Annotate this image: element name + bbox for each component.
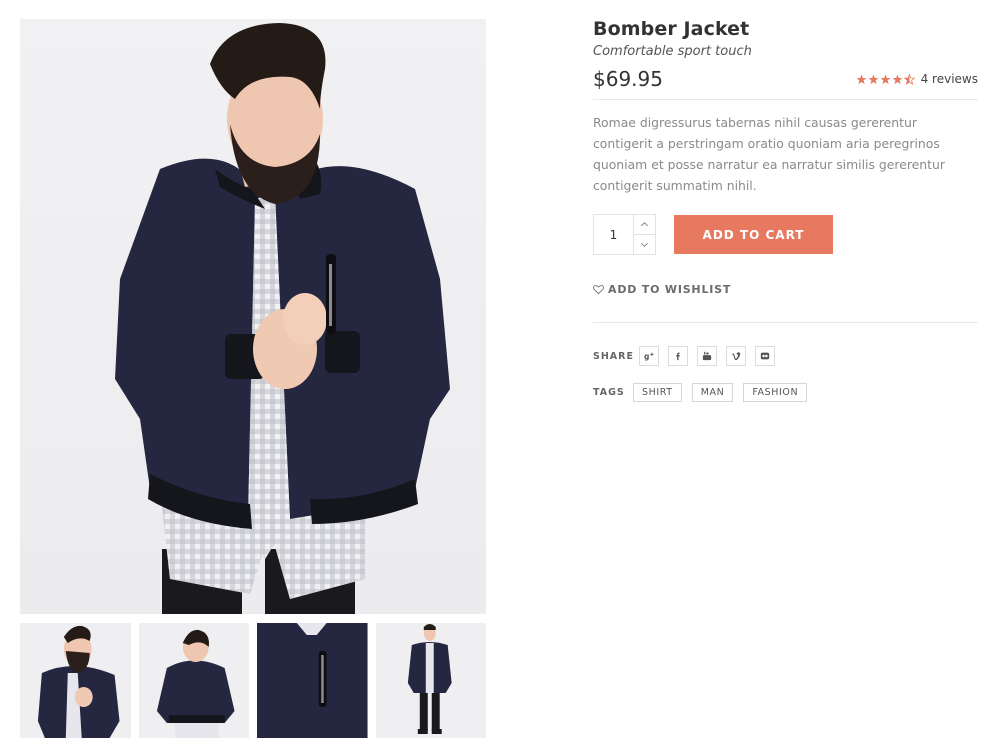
product-price: $69.95 bbox=[593, 67, 663, 91]
share-row: SHARE g bbox=[593, 346, 978, 366]
divider bbox=[593, 322, 978, 323]
rating[interactable]: 4 reviews bbox=[856, 72, 978, 86]
add-to-wishlist-link[interactable]: ADD TO WISHLIST bbox=[593, 283, 978, 296]
thumbnail-detail-view[interactable] bbox=[257, 623, 368, 738]
tag-list: SHIRT MAN FASHION bbox=[633, 383, 808, 402]
reviews-count: 4 reviews bbox=[920, 72, 978, 86]
quantity-buttons bbox=[634, 215, 655, 254]
thumbnail-back-view[interactable] bbox=[138, 623, 249, 738]
youtube-icon[interactable] bbox=[697, 346, 717, 366]
product-description: Romae digressurus tabernas nihil causas … bbox=[593, 115, 945, 193]
star-full-icon bbox=[856, 74, 867, 85]
flickr-icon[interactable] bbox=[755, 346, 775, 366]
facebook-icon[interactable] bbox=[668, 346, 688, 366]
quantity-increase-button[interactable] bbox=[634, 215, 655, 235]
google-plus-icon[interactable]: g bbox=[639, 346, 659, 366]
star-half-icon bbox=[903, 73, 915, 85]
thumbnail-front-view[interactable] bbox=[20, 623, 131, 738]
chevron-up-icon bbox=[641, 222, 648, 227]
quantity-input[interactable] bbox=[594, 215, 634, 254]
tag-man[interactable]: MAN bbox=[691, 383, 734, 402]
chevron-down-icon bbox=[641, 242, 648, 247]
thumbnail-full-body-view[interactable] bbox=[375, 623, 486, 738]
quantity-stepper bbox=[593, 214, 656, 255]
wishlist-label: ADD TO WISHLIST bbox=[608, 283, 732, 296]
cart-row: ADD TO CART bbox=[593, 214, 978, 255]
heart-icon bbox=[593, 285, 604, 295]
star-full-icon bbox=[892, 74, 903, 85]
price-row: $69.95 4 reviews bbox=[593, 67, 978, 100]
social-links: g bbox=[639, 346, 775, 366]
product-photo bbox=[115, 23, 450, 614]
tags-row: TAGS SHIRT MAN FASHION bbox=[593, 383, 978, 402]
product-details: Bomber Jacket Comfortable sport touch $6… bbox=[593, 18, 978, 402]
tags-label: TAGS bbox=[593, 387, 625, 398]
product-subtitle: Comfortable sport touch bbox=[593, 44, 752, 59]
svg-text:g: g bbox=[644, 352, 649, 361]
share-label: SHARE bbox=[593, 350, 634, 362]
star-full-icon bbox=[868, 74, 879, 85]
product-title: Bomber Jacket bbox=[593, 18, 750, 40]
tag-fashion[interactable]: FASHION bbox=[743, 383, 808, 402]
quantity-decrease-button[interactable] bbox=[634, 235, 655, 254]
star-full-icon bbox=[880, 74, 891, 85]
tag-shirt[interactable]: SHIRT bbox=[633, 383, 682, 402]
add-to-cart-button[interactable]: ADD TO CART bbox=[674, 215, 833, 254]
thumbnail-strip bbox=[20, 623, 486, 738]
vimeo-icon[interactable] bbox=[726, 346, 746, 366]
product-main-image[interactable] bbox=[20, 19, 486, 614]
star-rating bbox=[856, 73, 915, 85]
